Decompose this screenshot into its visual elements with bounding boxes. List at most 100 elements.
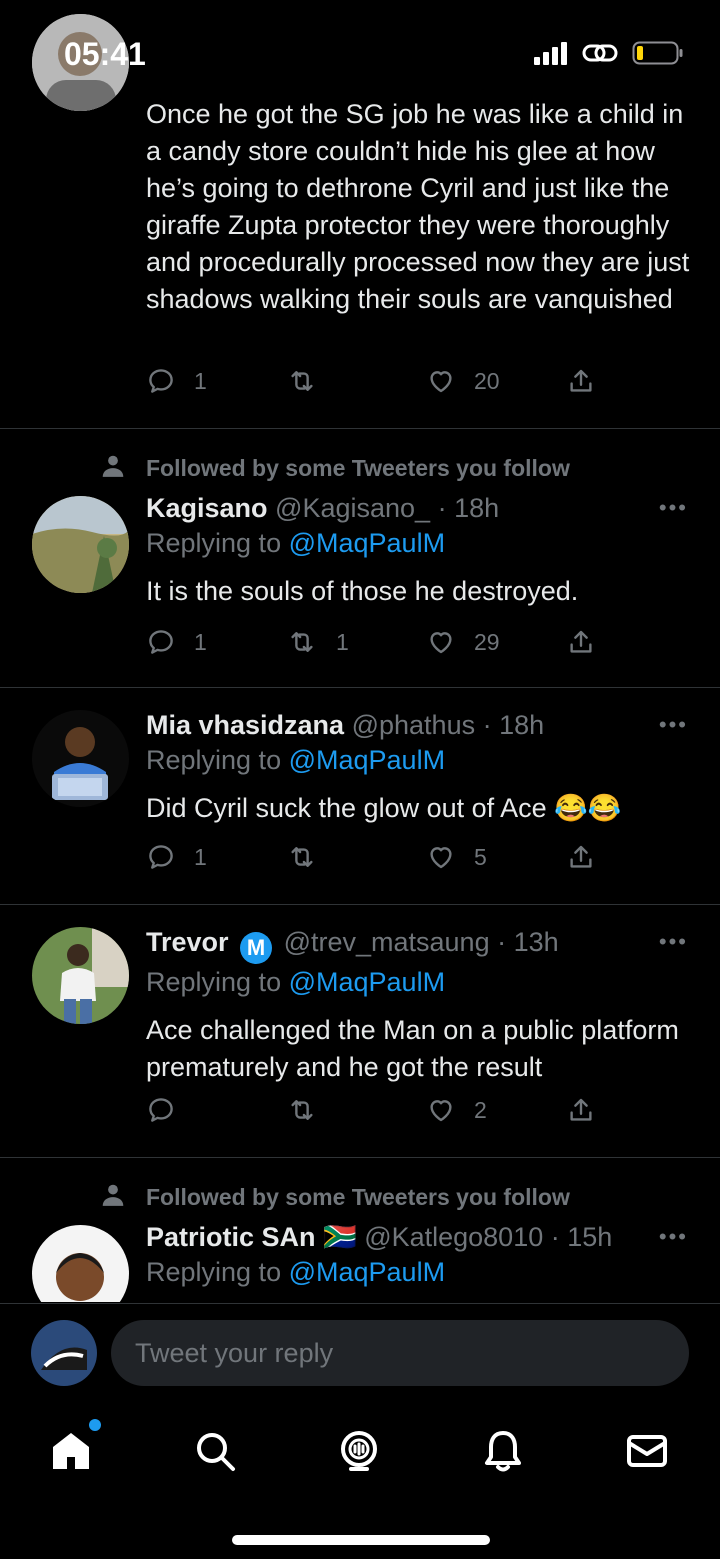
reply-icon	[149, 630, 173, 654]
mention-link[interactable]: @MaqPaulM	[289, 745, 445, 775]
tweet-item[interactable]: Followed by some Tweeters you follow Kag…	[0, 429, 720, 688]
share-button[interactable]	[566, 842, 596, 872]
search-icon	[197, 1433, 235, 1471]
notifications-icon	[485, 1431, 521, 1472]
like-button[interactable]: 2	[426, 1095, 487, 1125]
tab-notifications[interactable]	[479, 1427, 527, 1475]
battery-low-icon	[632, 41, 683, 65]
tweet-item[interactable]: Followed by some Tweeters you follow Pat…	[0, 1158, 720, 1302]
home-icon	[53, 1433, 89, 1469]
user-line: Mia vhasidzana @phathus · 18h	[146, 708, 690, 742]
retweet-button[interactable]	[286, 366, 336, 396]
reply-button[interactable]	[146, 1095, 194, 1125]
avatar[interactable]	[32, 1225, 129, 1302]
reply-count: 1	[194, 628, 207, 655]
spaces-icon	[341, 1431, 377, 1471]
user-line: Trevor M @trev_matsaung · 13h	[146, 925, 690, 964]
replying-to: Replying to @MaqPaulM	[146, 964, 690, 1000]
share-icon	[570, 630, 592, 653]
share-icon	[570, 1098, 592, 1121]
messages-icon	[627, 1435, 667, 1467]
tweet-time: · 18h	[482, 710, 545, 740]
heart-icon	[430, 847, 452, 869]
tab-home[interactable]	[47, 1419, 101, 1475]
avatar[interactable]	[32, 710, 129, 807]
more-options-icon[interactable]: •••	[659, 495, 688, 521]
tweet-time: · 15h	[550, 1222, 613, 1252]
share-button[interactable]	[566, 366, 596, 396]
tab-messages[interactable]	[623, 1427, 671, 1475]
heart-icon	[430, 371, 452, 393]
tweet-item[interactable]: Trevor M @trev_matsaung · 13h Replying t…	[0, 905, 720, 1158]
reply-button[interactable]: 1	[146, 366, 207, 396]
retweet-count: 1	[336, 628, 349, 655]
replying-to: Replying to @MaqPaulM	[146, 742, 690, 778]
share-button[interactable]	[566, 1095, 596, 1125]
reply-input[interactable]	[111, 1320, 689, 1386]
user-handle[interactable]: @trev_matsaung	[284, 927, 490, 957]
reply-icon	[149, 1098, 173, 1122]
user-line: Patriotic SAn 🇿🇦 @Katlego8010 · 15h	[146, 1220, 690, 1254]
reply-count: 1	[194, 843, 207, 870]
tweet-item[interactable]: Mia vhasidzana @phathus · 18h Replying t…	[0, 688, 720, 905]
more-options-icon[interactable]: •••	[659, 1224, 688, 1250]
share-icon	[570, 369, 592, 392]
user-handle[interactable]: @phathus	[352, 710, 476, 740]
more-options-icon[interactable]: •••	[659, 929, 688, 955]
tweet-actions: 1 5	[146, 842, 606, 882]
user-handle[interactable]: @Kagisano_	[275, 493, 430, 523]
mention-link[interactable]: @MaqPaulM	[289, 967, 445, 997]
user-handle[interactable]: @Katlego8010	[364, 1222, 543, 1252]
replying-prefix: Replying to	[146, 967, 289, 997]
display-name[interactable]: Mia vhasidzana	[146, 710, 344, 740]
replying-prefix: Replying to	[146, 745, 289, 775]
person-icon	[102, 455, 124, 477]
my-avatar[interactable]	[31, 1320, 97, 1386]
retweet-button[interactable]: 1	[286, 627, 349, 657]
like-count: 5	[474, 843, 487, 870]
reply-icon	[149, 845, 173, 869]
like-button[interactable]: 20	[426, 366, 500, 396]
notification-dot	[89, 1419, 101, 1431]
avatar[interactable]	[32, 496, 129, 593]
like-button[interactable]: 29	[426, 627, 500, 657]
tab-search[interactable]	[191, 1427, 239, 1475]
display-name[interactable]: Kagisano	[146, 493, 268, 523]
replying-to: Replying to @MaqPaulM	[146, 1254, 690, 1290]
tab-spaces[interactable]	[335, 1427, 383, 1475]
home-indicator[interactable]	[232, 1535, 490, 1545]
more-options-icon[interactable]: •••	[659, 712, 688, 738]
reply-composer	[0, 1303, 720, 1404]
status-time: 05:41	[64, 36, 146, 72]
retweet-icon	[291, 632, 313, 652]
retweet-icon	[291, 847, 313, 867]
replies-feed[interactable]: Once he got the SG job he was like a chi…	[0, 0, 720, 1302]
tweet-text: Ace challenged the Man on a public platf…	[146, 1015, 679, 1082]
replying-to: Replying to @MaqPaulM	[146, 525, 690, 561]
tweet-text: Did Cyril suck the glow out of Ace 😂😂	[146, 793, 622, 823]
tweet-actions: 1 20	[146, 366, 606, 406]
flag-emoji: 🇿🇦	[323, 1222, 357, 1252]
retweet-button[interactable]	[286, 1095, 336, 1125]
replying-prefix: Replying to	[146, 528, 289, 558]
reply-icon	[149, 369, 173, 393]
user-line: Kagisano @Kagisano_ · 18h	[146, 491, 690, 525]
share-button[interactable]	[566, 627, 596, 657]
tweet-text: It is the souls of those he destroyed.	[146, 576, 579, 606]
like-count: 2	[474, 1096, 487, 1123]
link-icon	[582, 44, 618, 62]
like-count: 20	[474, 367, 500, 394]
reply-button[interactable]: 1	[146, 842, 207, 872]
heart-icon	[430, 1100, 452, 1122]
display-name[interactable]: Trevor	[146, 927, 229, 957]
display-name[interactable]: Patriotic SAn	[146, 1222, 316, 1252]
retweet-button[interactable]	[286, 842, 336, 872]
tweet-actions: 1 1 29	[146, 627, 606, 667]
like-button[interactable]: 5	[426, 842, 487, 872]
like-count: 29	[474, 628, 500, 655]
mention-link[interactable]: @MaqPaulM	[289, 528, 445, 558]
status-icons	[532, 40, 684, 66]
mention-link[interactable]: @MaqPaulM	[289, 1257, 445, 1287]
avatar[interactable]	[32, 927, 129, 1024]
reply-button[interactable]: 1	[146, 627, 207, 657]
